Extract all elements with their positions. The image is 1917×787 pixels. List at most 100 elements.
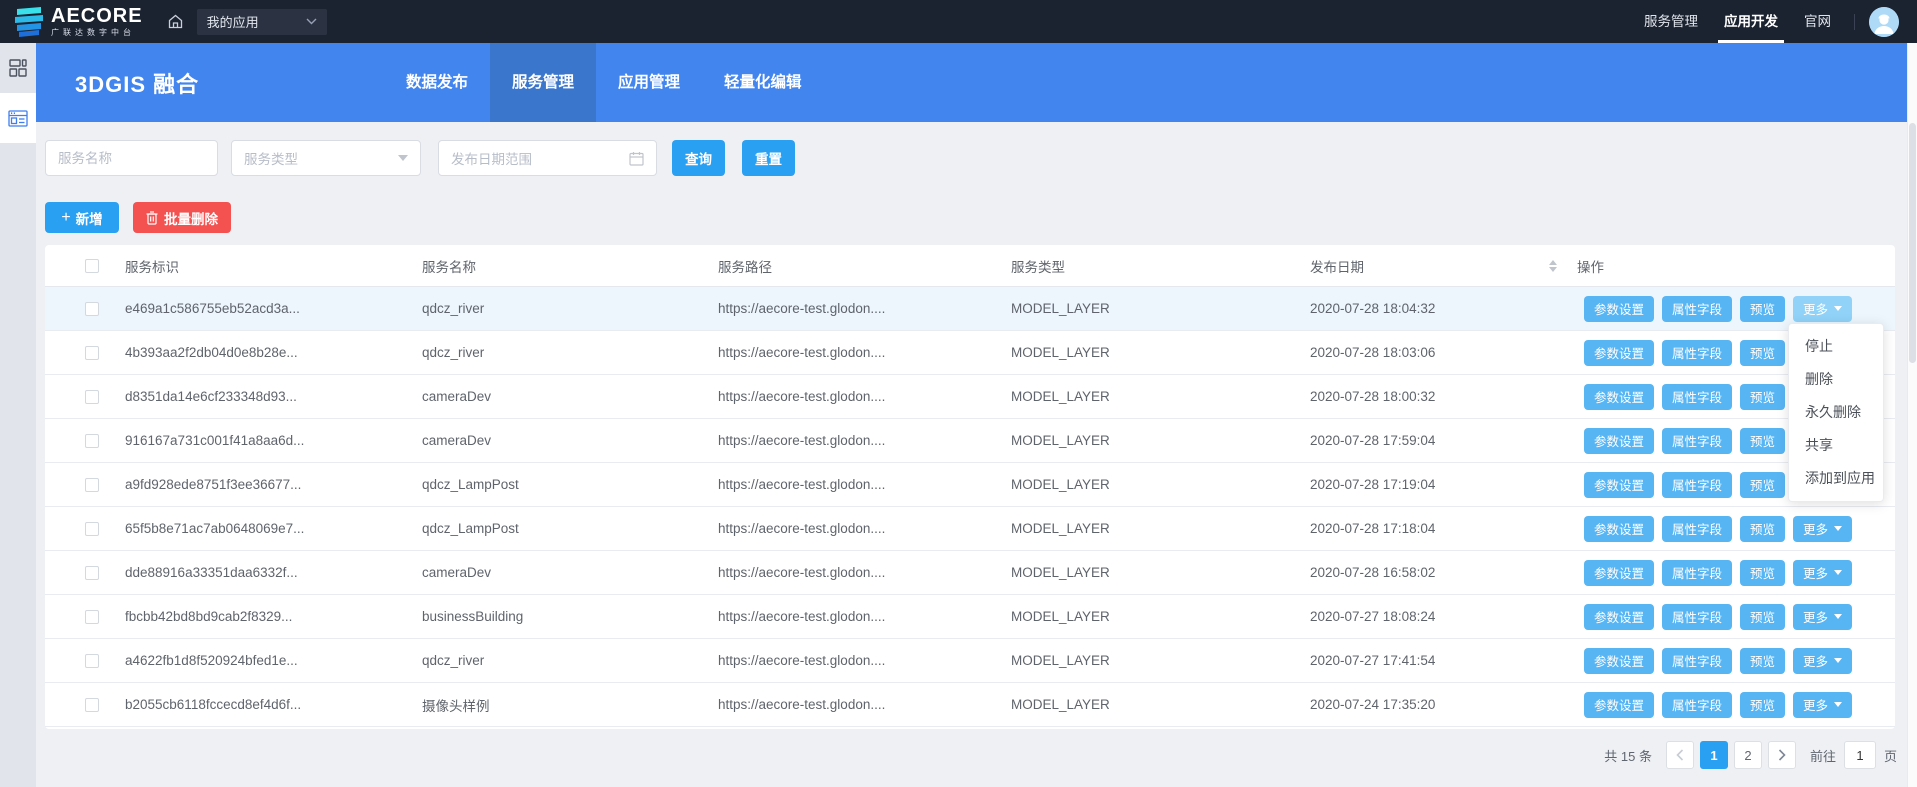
page-unit-label: 页 (1884, 746, 1897, 765)
search-button[interactable]: 查询 (672, 140, 725, 176)
service-name-input[interactable] (45, 140, 218, 176)
cell-service-id: a9fd928ede8751f3ee36677... (125, 477, 422, 492)
action-button[interactable]: 参数设置 (1584, 560, 1654, 586)
tab-item[interactable]: 数据发布 (384, 43, 490, 122)
batch-delete-button[interactable]: 批量删除 (133, 202, 231, 233)
more-button[interactable]: 更多 (1793, 516, 1852, 542)
row-checkbox[interactable] (85, 654, 99, 668)
topbar-link[interactable]: 应用开发 (1724, 0, 1778, 43)
row-checkbox[interactable] (85, 302, 99, 316)
page-button[interactable]: 1 (1700, 741, 1728, 769)
action-button[interactable]: 参数设置 (1584, 516, 1654, 542)
action-button[interactable]: 预览 (1740, 560, 1785, 586)
action-button[interactable]: 预览 (1740, 516, 1785, 542)
action-button[interactable]: 参数设置 (1584, 692, 1654, 718)
action-button[interactable]: 预览 (1740, 384, 1785, 410)
app-select[interactable]: 我的应用 (197, 9, 327, 35)
row-checkbox[interactable] (85, 390, 99, 404)
tab-active[interactable]: 服务管理 (490, 43, 596, 122)
row-checkbox[interactable] (85, 478, 99, 492)
action-button[interactable]: 属性字段 (1662, 296, 1732, 322)
sidebar-item-apps[interactable] (0, 93, 36, 143)
menu-item[interactable]: 共享 (1789, 429, 1883, 462)
topbar-link[interactable]: 服务管理 (1644, 0, 1698, 43)
cell-service-name: cameraDev (422, 389, 718, 404)
prev-page-button[interactable] (1666, 741, 1694, 769)
scrollbar-thumb[interactable] (1909, 123, 1916, 363)
more-button[interactable]: 更多 (1793, 648, 1852, 674)
cell-service-id: 65f5b8e71ac7ab0648069e7... (125, 521, 422, 536)
action-button[interactable]: 预览 (1740, 692, 1785, 718)
column-label: 服务标识 (125, 260, 179, 275)
menu-item[interactable]: 停止 (1789, 330, 1883, 363)
user-avatar[interactable] (1869, 7, 1899, 37)
checkbox-cell (45, 345, 125, 360)
scrollbar[interactable] (1907, 43, 1917, 787)
action-button[interactable]: 参数设置 (1584, 472, 1654, 498)
page-button[interactable]: 2 (1734, 741, 1762, 769)
action-button[interactable]: 参数设置 (1584, 340, 1654, 366)
action-button[interactable]: 预览 (1740, 296, 1785, 322)
row-checkbox[interactable] (85, 566, 99, 580)
row-checkbox[interactable] (85, 610, 99, 624)
checkbox-cell (45, 477, 125, 492)
menu-item[interactable]: 添加到应用 (1789, 462, 1883, 495)
action-button[interactable]: 属性字段 (1662, 692, 1732, 718)
action-button[interactable]: 属性字段 (1662, 340, 1732, 366)
action-button[interactable]: 参数设置 (1584, 604, 1654, 630)
service-type-placeholder: 服务类型 (244, 148, 398, 168)
action-button[interactable]: 属性字段 (1662, 560, 1732, 586)
home-icon[interactable] (167, 13, 184, 30)
reset-button[interactable]: 重置 (742, 140, 795, 176)
sort-icon[interactable] (1549, 260, 1557, 272)
brand-name: AECORE (51, 6, 143, 26)
action-button[interactable]: 预览 (1740, 648, 1785, 674)
select-all-checkbox[interactable] (85, 259, 99, 273)
cell-service-name: qdcz_LampPost (422, 477, 718, 492)
cell-service-type: MODEL_LAYER (1011, 389, 1310, 404)
row-checkbox[interactable] (85, 522, 99, 536)
action-button[interactable]: 属性字段 (1662, 604, 1732, 630)
table-row: 916167a731c001f41a8aa6d...cameraDevhttps… (45, 419, 1895, 463)
action-button[interactable]: 属性字段 (1662, 472, 1732, 498)
more-button[interactable]: 更多 (1793, 560, 1852, 586)
topbar-nav: 服务管理应用开发官网 (1631, 0, 1844, 43)
service-type-select[interactable]: 服务类型 (231, 140, 421, 176)
topbar-link[interactable]: 官网 (1804, 0, 1831, 43)
date-range-input[interactable]: 发布日期范围 (438, 140, 657, 176)
goto-page-input[interactable] (1844, 741, 1876, 769)
sidebar-item-dashboard[interactable] (0, 43, 36, 93)
table-header-row: 服务标识服务名称服务路径服务类型发布日期操作 (45, 245, 1895, 287)
action-button[interactable]: 属性字段 (1662, 648, 1732, 674)
add-button[interactable]: + 新增 (45, 202, 119, 233)
tab-item[interactable]: 应用管理 (596, 43, 702, 122)
checkbox-cell (45, 389, 125, 404)
action-button[interactable]: 预览 (1740, 604, 1785, 630)
action-button[interactable]: 参数设置 (1584, 296, 1654, 322)
action-button[interactable]: 预览 (1740, 428, 1785, 454)
menu-item[interactable]: 删除 (1789, 363, 1883, 396)
chevron-left-icon (1676, 749, 1684, 761)
more-button[interactable]: 更多 (1793, 604, 1852, 630)
column-header: 服务类型 (1011, 256, 1310, 276)
action-button[interactable]: 参数设置 (1584, 648, 1654, 674)
next-page-button[interactable] (1768, 741, 1796, 769)
action-button-label: 属性字段 (1672, 607, 1722, 626)
action-button[interactable]: 属性字段 (1662, 428, 1732, 454)
action-button[interactable]: 参数设置 (1584, 384, 1654, 410)
row-checkbox[interactable] (85, 434, 99, 448)
more-button[interactable]: 更多 (1793, 296, 1852, 322)
action-button[interactable]: 参数设置 (1584, 428, 1654, 454)
action-button[interactable]: 属性字段 (1662, 516, 1732, 542)
more-button[interactable]: 更多 (1793, 692, 1852, 718)
chevron-down-icon (1834, 526, 1842, 531)
action-button[interactable]: 预览 (1740, 340, 1785, 366)
tab-item[interactable]: 轻量化编辑 (702, 43, 824, 122)
action-button[interactable]: 预览 (1740, 472, 1785, 498)
action-button-label: 属性字段 (1672, 387, 1722, 406)
row-checkbox[interactable] (85, 698, 99, 712)
row-checkbox[interactable] (85, 346, 99, 360)
menu-item[interactable]: 永久删除 (1789, 396, 1883, 429)
cell-service-path: https://aecore-test.glodon.... (718, 697, 1011, 712)
action-button[interactable]: 属性字段 (1662, 384, 1732, 410)
